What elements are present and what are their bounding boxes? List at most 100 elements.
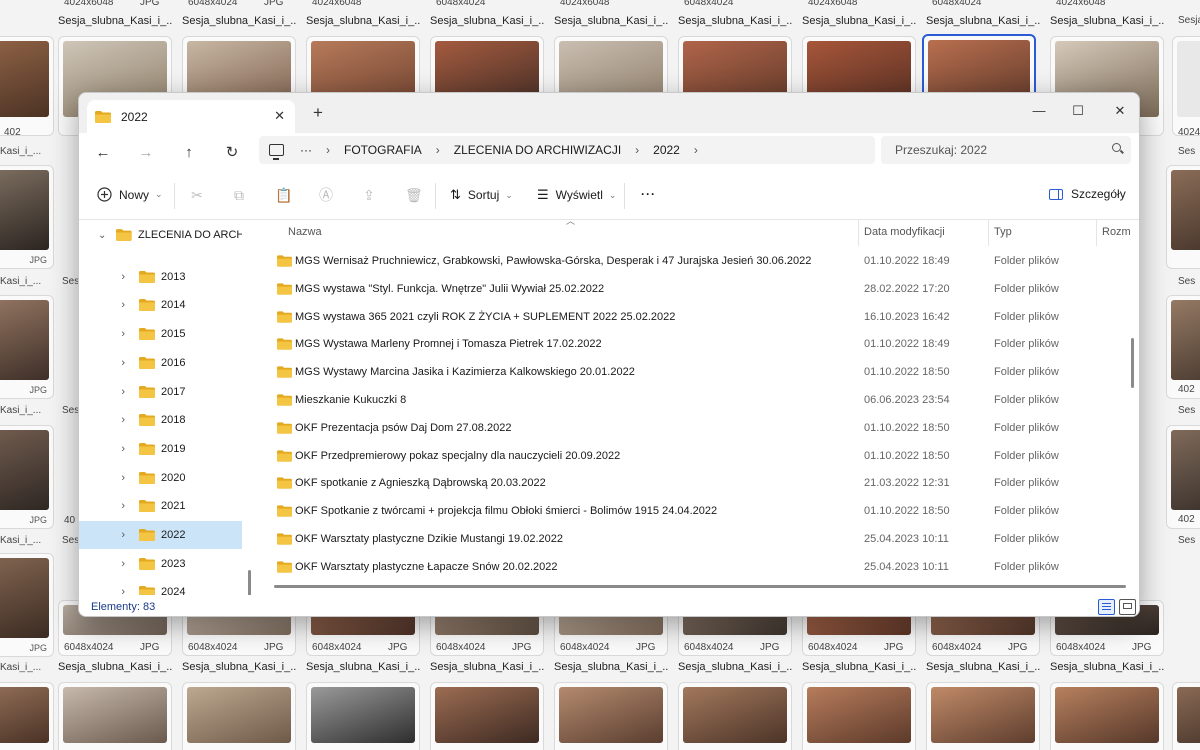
- tree-item-2022[interactable]: › 2022: [79, 521, 242, 549]
- file-row[interactable]: OKF Prezentacja psów Daj Dom 27.08.2022 0…: [259, 414, 1129, 442]
- photo-thumbnail[interactable]: JPG: [0, 295, 54, 399]
- photo-thumbnail[interactable]: [1050, 682, 1164, 750]
- photo-dimensions: 6048x4024: [188, 0, 238, 8]
- file-row[interactable]: OKF Warsztaty plastyczne Dzikie Mustangi…: [259, 525, 1129, 553]
- photo-thumbnail[interactable]: [1172, 36, 1200, 136]
- column-divider[interactable]: [858, 220, 859, 246]
- vertical-scrollbar[interactable]: [1131, 338, 1134, 388]
- column-divider[interactable]: [988, 220, 989, 246]
- new-tab-button[interactable]: +: [313, 103, 323, 123]
- file-row[interactable]: MGS Wystawy Marcina Jasika i Kazimierza …: [259, 358, 1129, 386]
- tree-item-2023[interactable]: › 2023: [79, 550, 242, 578]
- file-name: MGS Wystawy Marcina Jasika i Kazimierza …: [295, 366, 635, 379]
- minimize-button[interactable]: —: [1025, 99, 1053, 123]
- new-button[interactable]: Nowy ⌄: [97, 187, 163, 202]
- maximize-button[interactable]: ☐: [1064, 99, 1092, 123]
- file-name: MGS Wernisaż Pruchniewicz, Grabkowski, P…: [295, 255, 812, 267]
- tree-item-label: 2015: [161, 328, 186, 341]
- photo-thumbnail[interactable]: [1166, 165, 1200, 269]
- file-row[interactable]: MGS Wernisaż Pruchniewicz, Grabkowski, P…: [259, 247, 1129, 275]
- photo-thumbnail[interactable]: [0, 36, 54, 136]
- address-bar[interactable]: ··· › FOTOGRAFIA › ZLECENIA DO ARCHIWIZA…: [259, 136, 875, 164]
- tree-item-2015[interactable]: › 2015: [79, 320, 242, 348]
- column-header-size[interactable]: Rozm: [1102, 226, 1131, 246]
- file-row[interactable]: OKF Spotkanie z twórcami + projekcja fil…: [259, 497, 1129, 525]
- photo-thumbnail[interactable]: [430, 682, 544, 750]
- chevron-right-icon[interactable]: ›: [79, 357, 125, 369]
- photo-thumbnail[interactable]: [306, 682, 420, 750]
- close-window-button[interactable]: ✕: [1106, 99, 1134, 123]
- photo-name: Sesja_slubna_Kasi_i_...: [182, 661, 296, 673]
- photo-thumbnail[interactable]: [0, 682, 54, 750]
- tree-item-2013[interactable]: › 2013: [79, 263, 242, 291]
- copy-icon[interactable]: ⧉: [231, 187, 247, 203]
- column-header-name[interactable]: Nazwa: [288, 226, 322, 246]
- delete-icon[interactable]: 🗑: [405, 187, 423, 203]
- file-row[interactable]: OKF spotkanie z Agnieszką Dąbrowską 20.0…: [259, 469, 1129, 497]
- tree-item-label: 2020: [161, 471, 186, 484]
- forward-button[interactable]: →: [133, 141, 159, 165]
- rename-icon[interactable]: Ⓐ: [318, 187, 334, 203]
- tree-item-2021[interactable]: › 2021: [79, 492, 242, 520]
- photo-thumbnail[interactable]: [554, 682, 668, 750]
- breadcrumb-zlecenia[interactable]: ZLECENIA DO ARCHIWIZACJI: [454, 143, 621, 157]
- photo-thumbnail[interactable]: JPG: [0, 165, 54, 269]
- column-divider[interactable]: [1096, 220, 1097, 246]
- file-row[interactable]: Mieszkanie Kukuczki 8 06.06.2023 23:54 Fol…: [259, 386, 1129, 414]
- chevron-right-icon[interactable]: ›: [79, 328, 125, 340]
- file-row[interactable]: OKF Warsztaty plastyczne Łapacze Snów 20…: [259, 553, 1129, 581]
- chevron-right-icon[interactable]: ›: [79, 414, 125, 426]
- breadcrumb-2022[interactable]: 2022: [653, 143, 680, 157]
- tree-item-2020[interactable]: › 2020: [79, 464, 242, 492]
- back-button[interactable]: ←: [90, 141, 116, 165]
- large-icons-view-icon[interactable]: [1119, 599, 1136, 615]
- photo-dimensions: 402: [1178, 514, 1195, 525]
- sort-button[interactable]: ⇅ Sortuj ⌄: [450, 187, 513, 203]
- tree-item-zlecenia[interactable]: ⌄ ZLECENIA DO ARCH: [79, 221, 242, 249]
- chevron-right-icon[interactable]: ›: [79, 443, 125, 455]
- tree-item-2018[interactable]: › 2018: [79, 406, 242, 434]
- column-header-type[interactable]: Typ: [994, 226, 1012, 246]
- photo-thumbnail[interactable]: [182, 682, 296, 750]
- photo-thumbnail[interactable]: JPG: [0, 553, 54, 657]
- photo-thumbnail[interactable]: JPG: [0, 425, 54, 529]
- chevron-right-icon[interactable]: ›: [79, 271, 125, 283]
- paste-icon[interactable]: 📋: [275, 187, 292, 203]
- tree-item-2017[interactable]: › 2017: [79, 378, 242, 406]
- photo-dimensions: 6048x4024: [1056, 642, 1106, 653]
- tree-item-2016[interactable]: › 2016: [79, 349, 242, 377]
- horizontal-scrollbar[interactable]: [274, 585, 1126, 588]
- file-row[interactable]: MGS wystawa 365 2021 czyli ROK Z ŻYCIA +…: [259, 303, 1129, 331]
- search-input[interactable]: Przeszukaj: 2022: [881, 136, 1131, 164]
- more-options-button[interactable]: ···: [641, 187, 656, 201]
- up-button[interactable]: ↑: [176, 141, 202, 165]
- cut-icon[interactable]: ✂: [189, 187, 205, 203]
- chevron-right-icon[interactable]: ›: [79, 558, 125, 570]
- breadcrumb-fotografia[interactable]: FOTOGRAFIA: [344, 143, 422, 157]
- file-row[interactable]: OKF Przedpremierowy pokaz specjalny dla …: [259, 442, 1129, 470]
- column-header-date[interactable]: Data modyfikacji: [864, 226, 945, 246]
- chevron-right-icon[interactable]: ›: [79, 500, 125, 512]
- photo-thumbnail[interactable]: [678, 682, 792, 750]
- tree-item-2019[interactable]: › 2019: [79, 435, 242, 463]
- photo-thumbnail[interactable]: [1172, 682, 1200, 750]
- photo-thumbnail[interactable]: [58, 682, 172, 750]
- photo-thumbnail[interactable]: [926, 682, 1040, 750]
- details-button[interactable]: Szczegóły: [1049, 187, 1126, 201]
- file-row[interactable]: MGS Wystawa Marleny Promnej i Tomasza Pi…: [259, 330, 1129, 358]
- refresh-button[interactable]: ↻: [219, 141, 245, 165]
- view-button[interactable]: ☰ Wyświetl ⌄: [537, 187, 616, 203]
- chevron-right-icon[interactable]: ›: [79, 472, 125, 484]
- file-row[interactable]: MGS wystawa "Styl. Funkcja. Wnętrze" Jul…: [259, 275, 1129, 303]
- chevron-right-icon[interactable]: ›: [79, 299, 125, 311]
- chevron-right-icon[interactable]: ›: [79, 386, 125, 398]
- photo-thumbnail[interactable]: [802, 682, 916, 750]
- chevron-right-icon[interactable]: ›: [79, 529, 125, 541]
- photo-name: Ses: [1178, 405, 1196, 416]
- share-icon[interactable]: ⇪: [361, 187, 377, 203]
- tab-close-icon[interactable]: ✕: [274, 108, 285, 124]
- tree-item-2014[interactable]: › 2014: [79, 291, 242, 319]
- breadcrumb-more[interactable]: ···: [300, 143, 312, 157]
- tab-2022[interactable]: 2022 ✕: [87, 100, 295, 133]
- details-view-icon[interactable]: [1098, 599, 1115, 615]
